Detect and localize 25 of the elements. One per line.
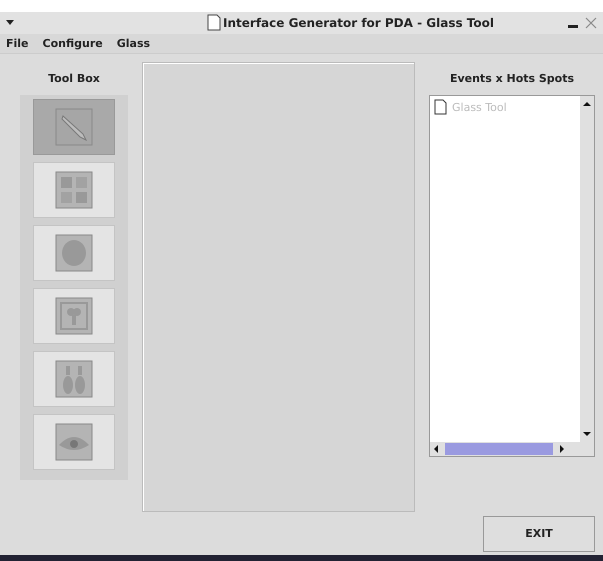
grid-icon (55, 171, 93, 210)
document-icon (207, 14, 222, 32)
events-title: Events x Hots Spots (450, 71, 574, 88)
menu-item[interactable]: Glass (116, 36, 150, 50)
horizontal-scrollbar[interactable] (430, 442, 594, 456)
tool-button[interactable] (33, 414, 115, 470)
scroll-thumb[interactable] (445, 443, 553, 456)
window-menu-icon[interactable] (6, 20, 14, 26)
tool-button[interactable] (33, 351, 115, 408)
exit-button[interactable]: EXIT (483, 516, 595, 552)
menu-item[interactable]: File (6, 36, 29, 50)
tool-button[interactable] (33, 225, 115, 282)
menu-item[interactable]: Configure (42, 36, 103, 50)
bottles-icon (55, 360, 93, 398)
toolbox-title: Tool Box (48, 71, 100, 88)
eye-icon (55, 423, 93, 462)
pen-icon (55, 108, 93, 146)
tool-button[interactable] (33, 99, 115, 156)
tool-button[interactable] (33, 288, 115, 344)
tool-button[interactable] (33, 162, 115, 218)
close-icon[interactable] (585, 16, 597, 29)
document-icon (434, 99, 447, 116)
window-title: Interface Generator for PDA - Glass Tool (223, 16, 494, 30)
flower-icon (55, 297, 93, 336)
vertical-scrollbar[interactable] (580, 96, 594, 442)
